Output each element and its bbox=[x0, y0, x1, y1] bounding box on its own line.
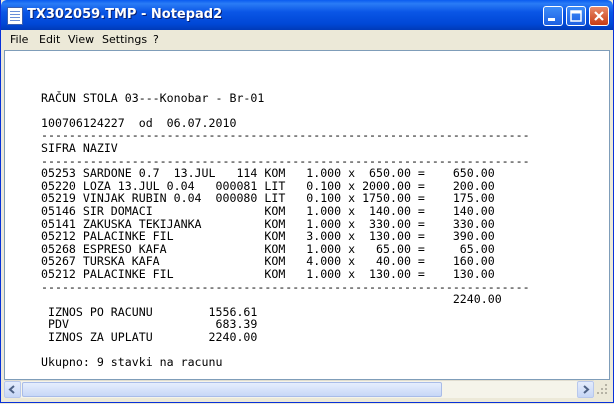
text-line: RAČUN STOLA 03---Konobar - Br-01 bbox=[41, 90, 265, 105]
text-line: 05253 SARDONE 0.7 13.JUL 114 KOM 1.000 x… bbox=[41, 166, 495, 181]
arrow-right-icon bbox=[583, 385, 590, 394]
menu-bar: File Edit View Settings ? bbox=[1, 30, 613, 49]
menu-settings[interactable]: Settings bbox=[102, 33, 147, 46]
text-line: Ukupno: 9 stavki na racunu bbox=[41, 355, 223, 370]
arrow-left-icon bbox=[8, 385, 15, 394]
text-line: IZNOS ZA UPLATU 2240.00 bbox=[41, 329, 258, 344]
menu-edit[interactable]: Edit bbox=[39, 33, 60, 46]
document-text: RAČUN STOLA 03---Konobar - Br-01 10070612… bbox=[41, 79, 530, 369]
text-line: 2240.00 bbox=[41, 292, 502, 307]
maximize-button[interactable] bbox=[566, 6, 586, 26]
menu-view[interactable]: View bbox=[68, 33, 94, 46]
menu-file[interactable]: File bbox=[10, 33, 28, 46]
resize-grip-icon[interactable] bbox=[595, 382, 609, 396]
text-line bbox=[41, 104, 530, 117]
scroll-right-button[interactable] bbox=[577, 381, 594, 398]
text-editor[interactable]: RAČUN STOLA 03---Konobar - Br-01 10070612… bbox=[4, 50, 610, 380]
notepad2-window: TX302059.TMP - Notepad2 File Edit View S… bbox=[0, 0, 614, 403]
menu-help[interactable]: ? bbox=[153, 33, 159, 46]
text-line: SIFRA NAZIV bbox=[41, 140, 118, 155]
text-line: PDV 683.39 bbox=[41, 317, 258, 332]
text-line: 05212 PALACINKE FIL KOM 3.000 x 130.00 =… bbox=[41, 229, 495, 244]
maximize-icon bbox=[570, 10, 582, 22]
scrollbar-thumb[interactable] bbox=[22, 382, 442, 397]
close-button[interactable] bbox=[589, 6, 609, 26]
text-line: 05146 SIR DOMACI KOM 1.000 x 140.00 = 14… bbox=[41, 203, 495, 218]
minimize-icon bbox=[548, 18, 555, 21]
notepad-icon bbox=[7, 7, 23, 25]
title-bar[interactable]: TX302059.TMP - Notepad2 bbox=[1, 0, 613, 30]
close-icon bbox=[594, 11, 604, 21]
text-line bbox=[41, 79, 530, 92]
scroll-left-button[interactable] bbox=[4, 381, 21, 398]
horizontal-scrollbar[interactable] bbox=[4, 380, 594, 398]
text-line: 05212 PALACINKE FIL KOM 1.000 x 130.00 =… bbox=[41, 266, 495, 281]
window-title: TX302059.TMP - Notepad2 bbox=[27, 7, 223, 22]
minimize-button[interactable] bbox=[543, 6, 563, 26]
